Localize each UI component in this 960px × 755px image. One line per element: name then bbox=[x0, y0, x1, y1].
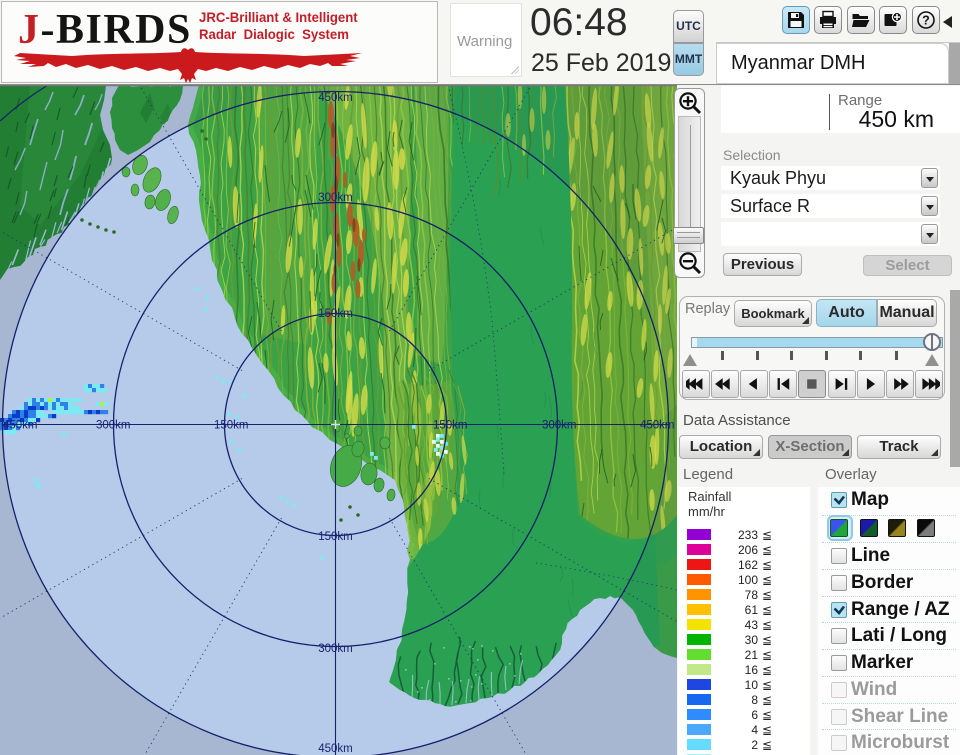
svg-text:?: ? bbox=[922, 14, 930, 28]
svg-text:450km: 450km bbox=[3, 420, 38, 432]
svg-text:450km: 450km bbox=[318, 92, 353, 104]
svg-text:300km: 300km bbox=[318, 643, 353, 655]
svg-text:150km: 150km bbox=[318, 308, 353, 320]
svg-text:150km: 150km bbox=[318, 531, 353, 543]
svg-text:450km: 450km bbox=[640, 420, 675, 432]
svg-text:150km: 150km bbox=[433, 420, 468, 432]
svg-text:300km: 300km bbox=[318, 192, 353, 204]
svg-text:450km: 450km bbox=[318, 743, 353, 755]
svg-text:300km: 300km bbox=[542, 420, 577, 432]
svg-text:150km: 150km bbox=[214, 420, 249, 432]
svg-text:300km: 300km bbox=[96, 420, 131, 432]
